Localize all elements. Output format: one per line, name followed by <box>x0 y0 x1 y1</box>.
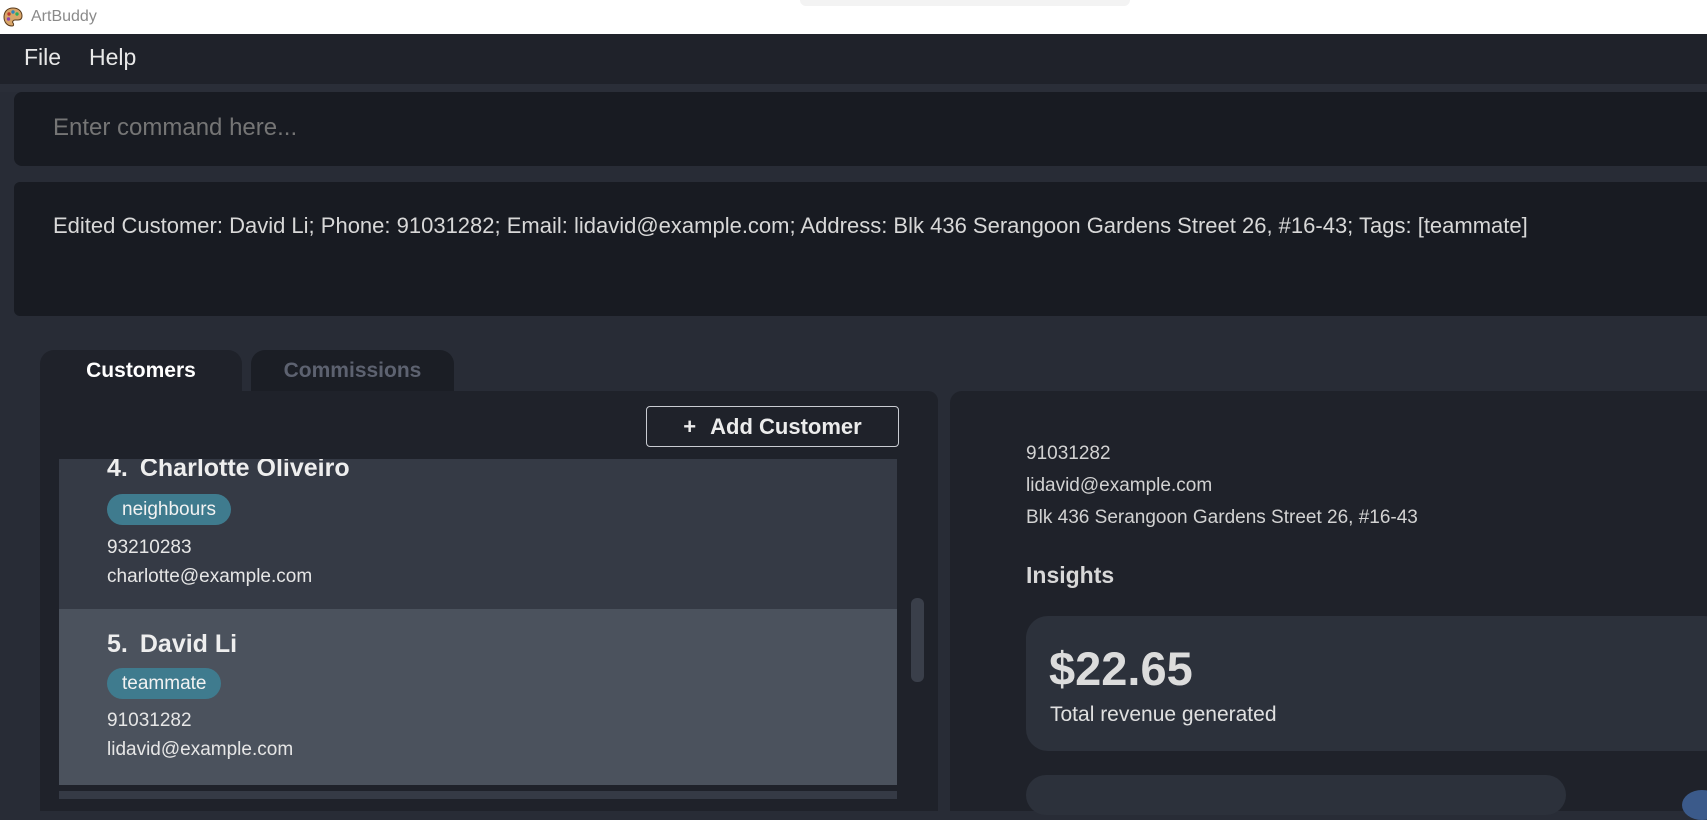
command-input[interactable] <box>53 114 1553 142</box>
plus-icon: + <box>683 413 697 439</box>
list-scrollbar[interactable] <box>911 598 924 682</box>
customer-email: lidavid@example.com <box>107 739 294 760</box>
menu-help[interactable]: Help <box>89 44 136 71</box>
customer-phone: 91031282 <box>107 710 192 731</box>
window-titlebar: ArtBuddy <box>0 0 1707 34</box>
menu-file[interactable]: File <box>24 44 61 71</box>
customer-list[interactable]: 4. Charlotte Oliveiro neighbours 93210283… <box>59 459 897 799</box>
result-display <box>14 182 1707 316</box>
revenue-label: Total revenue generated <box>1050 703 1277 726</box>
customer-index: 4. <box>107 459 128 482</box>
insights-heading: Insights <box>1026 562 1115 588</box>
customer-name-text: Charlotte Oliveiro <box>139 459 350 482</box>
tab-commissions[interactable]: Commissions <box>251 350 454 392</box>
tag-badge: neighbours <box>107 494 232 525</box>
customer-name-text: David Li <box>139 630 238 658</box>
window-title: ArtBuddy <box>31 8 97 25</box>
detail-phone: 91031282 <box>1026 443 1111 464</box>
add-customer-button[interactable]: + Add Customer <box>646 406 899 447</box>
customer-phone: 93210283 <box>107 537 192 558</box>
menu-divider <box>0 84 1707 92</box>
corner-widget <box>1682 790 1707 820</box>
palette-icon <box>3 7 23 27</box>
customer-name: 5. David Li <box>107 630 237 659</box>
menu-bar <box>0 34 1707 84</box>
result-message: Edited Customer: David Li; Phone: 910312… <box>53 213 1528 238</box>
titlebar-shadow <box>800 0 1130 6</box>
revenue-value: $22.65 <box>1049 642 1193 695</box>
tag-badge: teammate <box>107 668 222 699</box>
tab-customers[interactable]: Customers <box>40 350 242 392</box>
customer-email: charlotte@example.com <box>107 566 313 587</box>
customer-name: 4. Charlotte Oliveiro <box>107 459 350 483</box>
list-item-selected[interactable]: 5. David Li teammate 91031282 lidavid@exa… <box>59 609 897 785</box>
insight-card <box>1026 775 1566 815</box>
list-item[interactable] <box>59 791 897 799</box>
add-customer-label: Add Customer <box>710 413 862 439</box>
customer-index: 5. <box>107 630 128 658</box>
list-item[interactable]: 4. Charlotte Oliveiro neighbours 93210283… <box>59 459 897 611</box>
detail-email: lidavid@example.com <box>1026 475 1213 496</box>
detail-address: Blk 436 Serangoon Gardens Street 26, #16… <box>1026 507 1418 528</box>
